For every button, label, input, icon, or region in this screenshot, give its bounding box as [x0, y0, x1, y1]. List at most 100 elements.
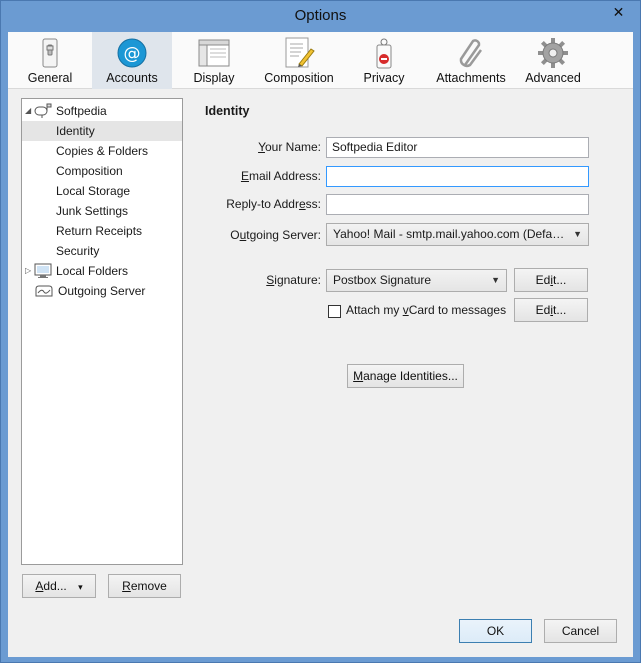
tab-label: Advanced — [525, 71, 581, 85]
remove-label-mnemonic: R — [122, 579, 131, 593]
tree-item-copies-folders[interactable]: Copies & Folders — [22, 141, 182, 161]
email-address-input[interactable] — [326, 166, 589, 187]
label-pre: Attach my — [346, 303, 403, 317]
category-toolbar: General @ Accounts Display Composition P… — [8, 32, 633, 89]
label-mnemonic: e — [298, 197, 306, 211]
close-icon[interactable]: ✕ — [602, 2, 635, 22]
remove-account-button[interactable]: Remove — [108, 574, 181, 598]
tab-accounts[interactable]: @ Accounts — [92, 32, 172, 89]
signature-select[interactable]: Postbox Signature ▼ — [326, 269, 507, 292]
edit-vcard-button[interactable]: Edit... — [514, 298, 588, 322]
title-bar[interactable]: Options ✕ — [1, 1, 640, 32]
tree-item-identity[interactable]: Identity — [22, 121, 182, 141]
tree-item-junk-settings[interactable]: Junk Settings — [22, 201, 182, 221]
your-name-input[interactable]: Softpedia Editor — [326, 137, 589, 158]
do-not-disturb-tag-icon — [376, 38, 392, 69]
label-pre: O — [230, 228, 240, 242]
tree-item-label: Local Folders — [56, 264, 129, 278]
at-sign-icon: @ — [117, 38, 147, 68]
display-window-icon — [198, 39, 230, 67]
tab-composition[interactable]: Composition — [256, 32, 342, 89]
tab-display[interactable]: Display — [172, 32, 256, 89]
tree-item-label: Security — [56, 244, 100, 258]
ok-button[interactable]: OK — [459, 619, 532, 643]
reply-to-address-label: Reply-to Address: — [201, 197, 321, 211]
paperclip-icon — [459, 39, 483, 68]
tab-label: Privacy — [363, 71, 405, 85]
attach-vcard-checkbox[interactable] — [328, 305, 341, 318]
attach-vcard-label[interactable]: Attach my vCard to messages — [346, 303, 506, 317]
tree-item-composition[interactable]: Composition — [22, 161, 182, 181]
edit-label-post: t... — [553, 303, 567, 317]
section-heading: Identity — [205, 104, 250, 118]
switch-icon — [42, 38, 58, 68]
dropdown-arrow-icon: ▾ — [78, 582, 83, 592]
collapse-arrow-icon[interactable]: ▷ — [25, 261, 31, 281]
cancel-button[interactable]: Cancel — [544, 619, 617, 643]
outgoing-server-label: Outgoing Server: — [201, 228, 321, 242]
tab-attachments[interactable]: Attachments — [426, 32, 516, 89]
account-tree[interactable]: ◢ Softpedia Identity Copies & Folders Co… — [21, 98, 183, 565]
tab-privacy[interactable]: Privacy — [342, 32, 426, 89]
tree-item-label: Copies & Folders — [56, 144, 149, 158]
label-post: our Name: — [264, 140, 321, 154]
manage-label-mnemonic: M — [353, 369, 364, 383]
select-value: Yahoo! Mail - smtp.mail.yahoo.com (Defa… — [333, 227, 565, 241]
label-post: ignature: — [274, 273, 321, 287]
gear-icon — [538, 38, 568, 68]
manage-label-post: anage Identities... — [363, 369, 458, 383]
tree-item-label: Local Storage — [56, 184, 131, 198]
tree-item-label: Softpedia — [56, 104, 107, 118]
svg-text:@: @ — [124, 44, 141, 64]
label-pre: Reply-to Addr — [226, 197, 299, 211]
edit-label-pre: Ed — [535, 303, 551, 317]
window-title: Options — [294, 7, 347, 24]
edit-label-post: t... — [553, 273, 567, 287]
add-label-post: dd... — [43, 579, 67, 593]
tree-item-label: Junk Settings — [56, 204, 129, 218]
tab-general[interactable]: General — [8, 32, 92, 89]
manage-identities-button[interactable]: Manage Identities... — [347, 364, 464, 388]
tree-item-security[interactable]: Security — [22, 241, 182, 261]
tree-item-outgoing-server[interactable]: Outgoing Server — [22, 281, 182, 301]
label-post: ss: — [305, 197, 321, 211]
tab-label: General — [27, 71, 73, 85]
label-post: mail Address: — [248, 169, 321, 183]
email-address-label: Email Address: — [201, 169, 321, 183]
label-post: tgoing Server: — [246, 228, 321, 242]
select-value: Postbox Signature — [333, 273, 432, 287]
tab-label: Display — [193, 71, 235, 85]
mailbox-icon — [34, 103, 52, 118]
client-area: General @ Accounts Display Composition P… — [8, 32, 633, 657]
computer-icon — [34, 263, 52, 278]
tree-item-label: Return Receipts — [56, 224, 143, 238]
label-mnemonic: Y — [258, 140, 265, 154]
label-mnemonic: E — [240, 169, 249, 183]
options-window: Options ✕ General @ Accounts Display Com… — [0, 0, 641, 663]
expand-arrow-icon[interactable]: ◢ — [25, 101, 31, 121]
reply-to-address-input[interactable] — [326, 194, 589, 215]
chevron-down-icon: ▼ — [573, 229, 582, 239]
tree-item-local-folders[interactable]: ▷ Local Folders — [22, 261, 182, 281]
tree-item-label: Outgoing Server — [58, 284, 146, 298]
letter-pen-icon — [285, 37, 315, 68]
chevron-down-icon: ▼ — [491, 275, 500, 285]
tab-advanced[interactable]: Advanced — [516, 32, 590, 89]
edit-label-pre: Ed — [535, 273, 551, 287]
tree-item-return-receipts[interactable]: Return Receipts — [22, 221, 182, 241]
label-post: Card to messages — [408, 303, 507, 317]
tree-item-local-storage[interactable]: Local Storage — [22, 181, 182, 201]
add-account-button[interactable]: Add... ▾ — [22, 574, 96, 598]
outgoing-server-icon — [35, 285, 53, 297]
tab-label: Attachments — [436, 71, 506, 85]
tab-label: Composition — [264, 71, 334, 85]
outgoing-server-select[interactable]: Yahoo! Mail - smtp.mail.yahoo.com (Defa…… — [326, 223, 589, 246]
remove-label-post: emove — [130, 579, 167, 593]
signature-label: Signature: — [201, 273, 321, 287]
tab-label: Accounts — [106, 71, 158, 85]
tree-item-softpedia[interactable]: ◢ Softpedia — [22, 101, 182, 121]
edit-signature-button[interactable]: Edit... — [514, 268, 588, 292]
tree-item-label: Composition — [56, 164, 123, 178]
tree-item-label: Identity — [56, 124, 95, 138]
your-name-label: Your Name: — [201, 140, 321, 154]
